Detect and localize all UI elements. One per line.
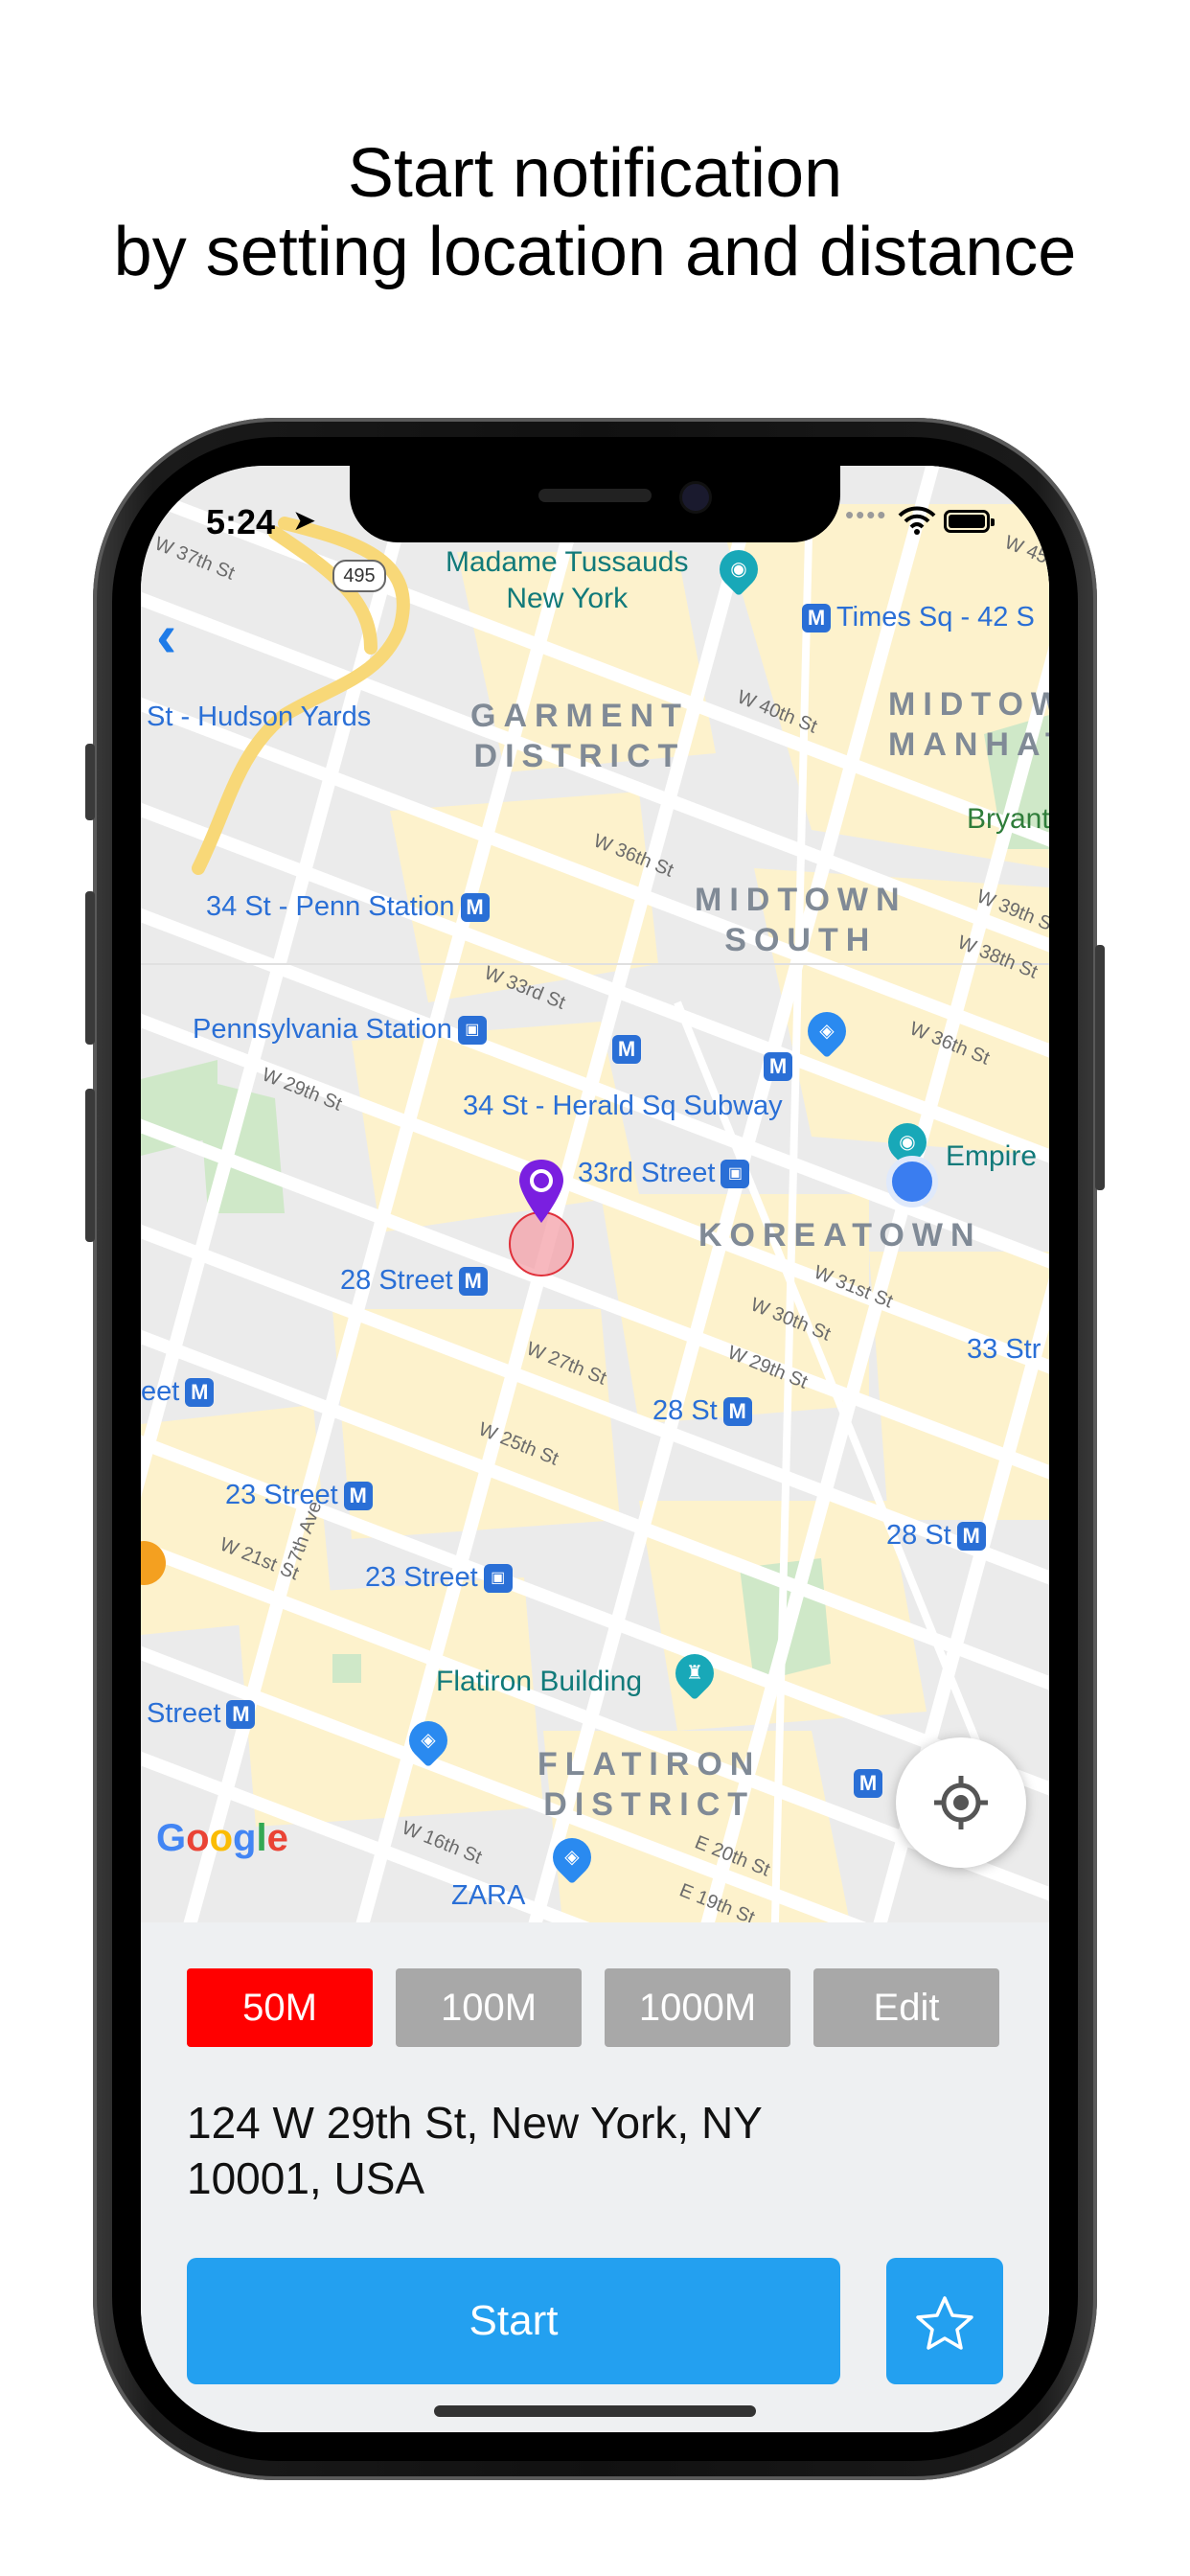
map-label-street-left: Street M [147, 1698, 256, 1730]
home-indicator[interactable] [434, 2405, 756, 2417]
map-view[interactable]: Madame Tussauds New York ◉ M Times Sq - 4… [141, 466, 1049, 1922]
volume-down-button [85, 1089, 95, 1242]
address-text: 124 W 29th St, New York, NY 10001, USA [187, 2095, 858, 2206]
phone-screen: Madame Tussauds New York ◉ M Times Sq - 4… [141, 466, 1049, 2432]
bus-icon: ▣ [457, 1016, 487, 1046]
distance-1000m-button[interactable]: 1000M [605, 1968, 790, 2047]
notch [350, 466, 840, 542]
metro-icon: M [226, 1700, 256, 1730]
map-label-bryant: Bryant [967, 803, 1049, 835]
map-label-herald-sq: 34 St - Herald Sq Subway [463, 1091, 783, 1121]
map-label-empire: Empire [946, 1140, 1038, 1172]
back-chevron-icon[interactable]: ‹ [156, 600, 176, 671]
map-label-23-street-a: 23 Street M [225, 1480, 373, 1511]
favorite-button[interactable] [886, 2258, 1003, 2384]
speaker-grille [538, 489, 652, 502]
status-time: 5:24 [206, 502, 276, 541]
google-logo: Google [156, 1817, 288, 1859]
map-label-times-sq: M Times Sq - 42 S [802, 602, 1035, 633]
bus-icon: ▣ [483, 1564, 513, 1594]
map-label-koreatown: KOREATOWN [698, 1217, 982, 1254]
metro-icon: M [956, 1522, 986, 1552]
start-button[interactable]: Start [187, 2258, 840, 2384]
headline-line-1: Start notification [347, 135, 843, 212]
map-label-eet: eet M [141, 1376, 215, 1408]
map-label-33rd-street: 33rd Street ▣ [578, 1158, 750, 1189]
power-button [1095, 945, 1105, 1190]
map-label-23-street-b: 23 Street ▣ [365, 1562, 513, 1594]
edit-distance-button[interactable]: Edit [813, 1968, 999, 2047]
battery-icon [944, 510, 995, 533]
shopping-poi-icon[interactable]: ◈ [400, 1713, 456, 1768]
map-label-penn-station-34: 34 St - Penn Station M [206, 891, 490, 923]
location-pin-icon[interactable] [516, 1158, 566, 1227]
map-label-28-st-center: 28 St M [652, 1395, 752, 1427]
map-label-28-st-right: 28 St M [886, 1520, 986, 1552]
star-outline-icon [916, 2296, 973, 2350]
map-label-garment-district: GARMENT DISTRICT [470, 698, 689, 774]
address-line-1: 124 W 29th St, New York, NY [187, 2098, 763, 2148]
front-camera [679, 481, 712, 514]
map-label-flatiron-district: FLATIRON DISTRICT [538, 1746, 762, 1823]
metro-icon: M [802, 604, 831, 633]
headline-line-2: by setting location and distance [113, 214, 1077, 290]
metro-icon: M [722, 1397, 752, 1427]
shopping-poi-icon[interactable]: ◈ [544, 1829, 600, 1885]
metro-icon: M [185, 1378, 215, 1408]
map-label-midtown-south: MIDTOWN SOUTH [695, 882, 907, 958]
map-label-33-str: 33 Str [967, 1334, 1041, 1365]
address-line-2: 10001, USA [187, 2153, 425, 2203]
wifi-icon [898, 506, 936, 535]
camera-poi-icon[interactable]: ◉ [711, 541, 767, 597]
headline: Start notification by setting location a… [0, 134, 1190, 291]
metro-icon: M [854, 1769, 882, 1798]
map-label-zara: ZARA [451, 1880, 526, 1911]
map-label-28-street-left: 28 Street M [340, 1265, 488, 1297]
bottom-panel: 50M 100M 1000M Edit 124 W 29th St, New Y… [141, 1922, 1049, 2432]
metro-icon: M [458, 1267, 488, 1297]
metro-icon: M [764, 1052, 792, 1081]
bus-icon: ▣ [721, 1160, 750, 1189]
metro-icon: M [612, 1035, 641, 1064]
shopping-poi-icon[interactable]: ◈ [799, 1003, 855, 1059]
distance-100m-button[interactable]: 100M [396, 1968, 582, 2047]
distance-50m-button[interactable]: 50M [187, 1968, 373, 2047]
map-label-flatiron-building: Flatiron Building [436, 1666, 643, 1697]
location-arrow-icon: ➤ [292, 505, 317, 537]
current-location-dot [886, 1156, 938, 1208]
landmark-poi-icon[interactable]: ♜ [667, 1645, 722, 1701]
crosshair-icon [934, 1776, 988, 1829]
map-label-hudson-yards: St - Hudson Yards [147, 702, 372, 732]
mute-switch [85, 744, 95, 820]
map-label-midtown-manhattan: MIDTOW MANHAT [888, 686, 1049, 763]
signal-dots-icon: •••• [845, 500, 888, 529]
route-shield-icon: 495 [332, 560, 386, 592]
locate-me-button[interactable] [896, 1737, 1026, 1868]
map-label-pennsylvania-station: Pennsylvania Station ▣ [193, 1014, 487, 1046]
metro-icon: M [460, 893, 490, 923]
map-label-madame-tussauds: Madame Tussauds New York [446, 546, 689, 614]
metro-icon: M [343, 1482, 373, 1511]
volume-up-button [85, 891, 95, 1045]
